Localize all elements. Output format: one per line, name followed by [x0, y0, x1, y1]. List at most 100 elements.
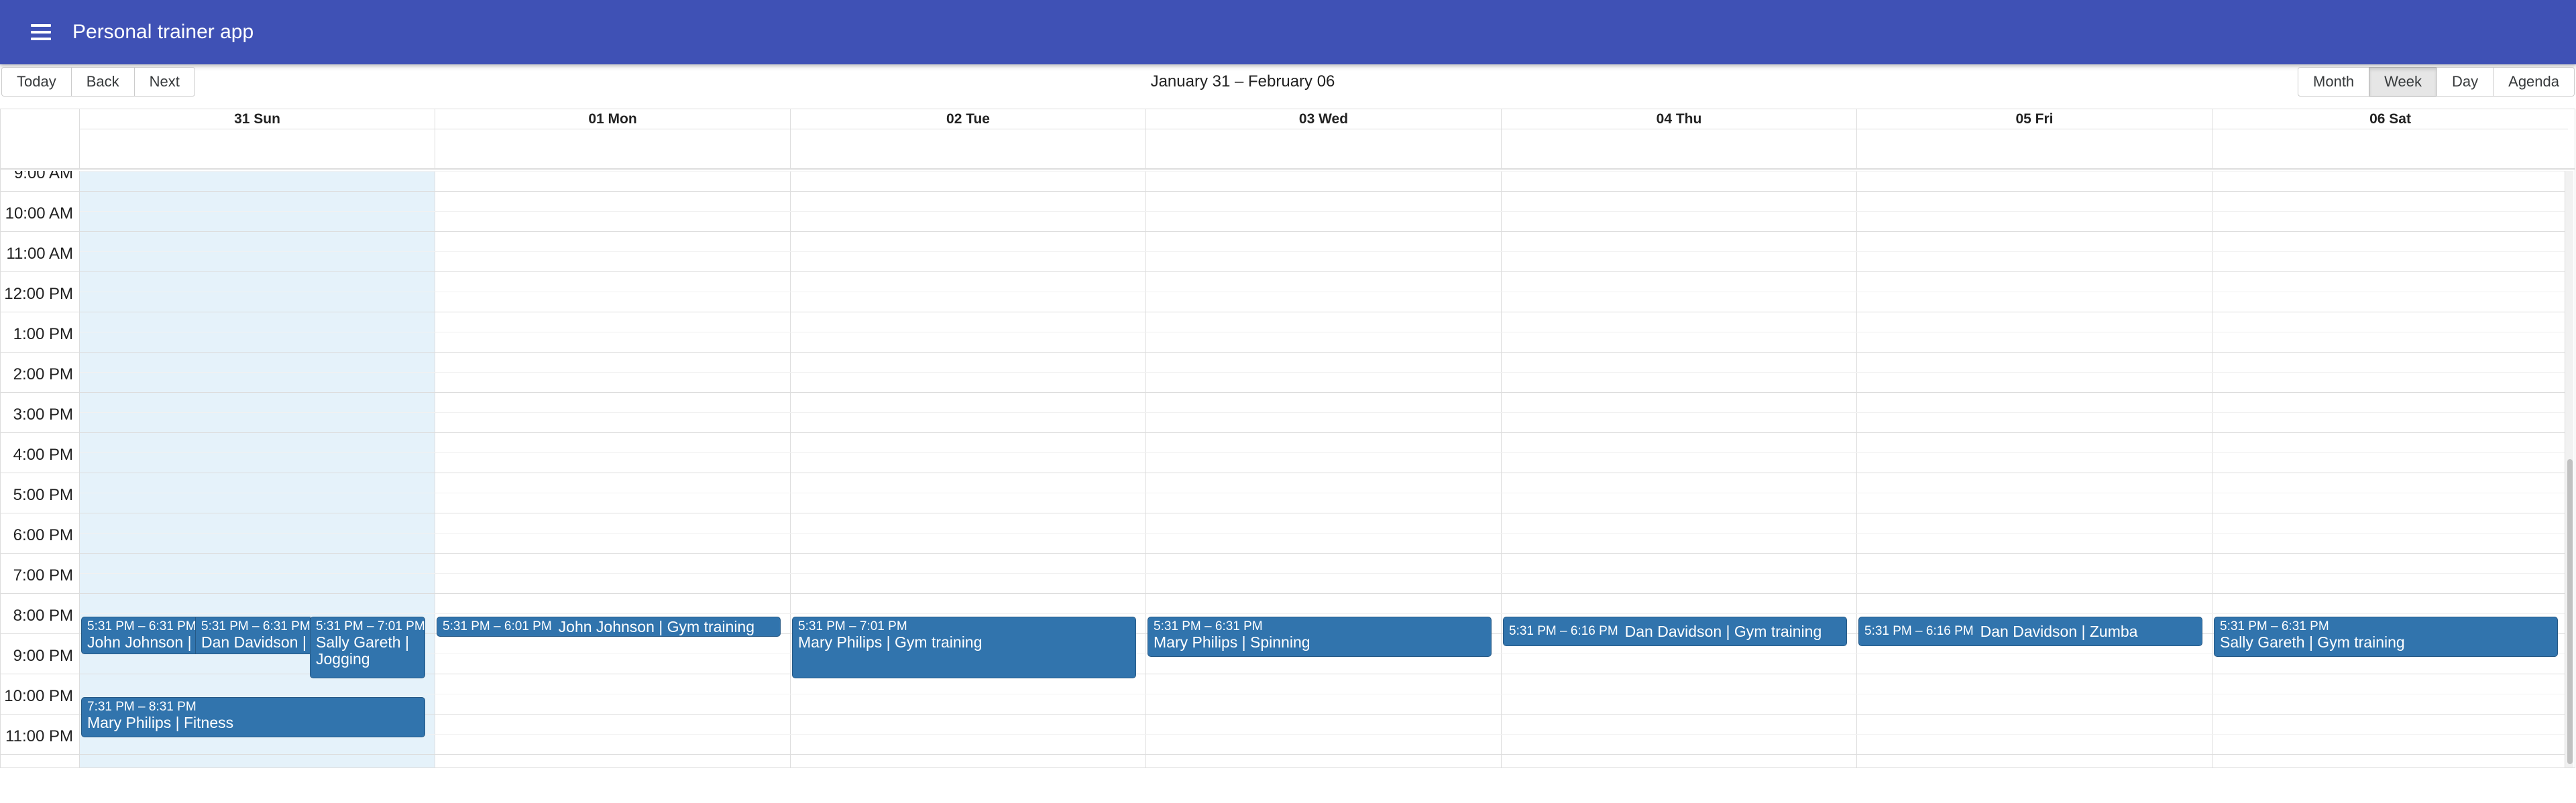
event-card[interactable]: 5:31 PM – 7:01 PM Sally Gareth | Jogging: [310, 617, 425, 678]
gutter-divider: [1, 352, 80, 353]
time-slot-label: 10:00 AM: [5, 204, 73, 223]
day-header-row: 31 Sun 01 Mon 02 Tue 03 Wed 04 Thu 05 Fr…: [1, 109, 2575, 129]
event-time: 5:31 PM – 6:31 PM: [1154, 619, 1263, 633]
hour-grid-line: [80, 392, 2565, 393]
half-hour-grid-line: [80, 573, 2565, 574]
event-title: Sally Gareth | Gym training: [2220, 633, 2405, 651]
vertical-scrollbar[interactable]: [2565, 171, 2573, 767]
hour-grid-line: [80, 231, 2565, 232]
time-slot-label: 2:00 PM: [13, 365, 73, 383]
half-hour-grid-line: [80, 613, 2565, 614]
view-agenda-button[interactable]: Agenda: [2493, 67, 2575, 97]
view-month-button[interactable]: Month: [2298, 67, 2370, 97]
event-title: Mary Philips | Gym training: [798, 633, 983, 651]
app-title: Personal trainer app: [72, 21, 254, 43]
gutter-divider: [1, 593, 80, 594]
event-time: 7:31 PM – 8:31 PM: [87, 700, 197, 714]
event-title: Mary Philips | Spinning: [1154, 633, 1310, 651]
app-bar: Personal trainer app: [0, 0, 2576, 64]
gutter-divider: [1, 754, 80, 755]
day-column[interactable]: [1857, 171, 2213, 767]
calendar-toolbar: Today Back Next January 31 – February 06…: [0, 64, 2576, 109]
view-week-button[interactable]: Week: [2369, 67, 2438, 97]
time-slot-label: 12:00 PM: [4, 285, 73, 303]
event-card[interactable]: 7:31 PM – 8:31 PM Mary Philips | Fitness: [81, 697, 425, 737]
all-day-cell[interactable]: [2213, 129, 2568, 168]
event-card[interactable]: 5:31 PM – 6:31 PM Dan Davidson | Spinnin…: [195, 617, 311, 654]
gutter-divider: [1, 553, 80, 554]
day-column[interactable]: [1502, 171, 1857, 767]
half-hour-grid-line: [80, 171, 2565, 172]
time-slot-label: 9:00 PM: [13, 647, 73, 665]
day-column[interactable]: [1146, 171, 1502, 767]
event-card[interactable]: 5:31 PM – 6:31 PM Sally Gareth | Gym tra…: [2214, 617, 2558, 657]
day-column[interactable]: [2213, 171, 2565, 767]
day-header[interactable]: 01 Mon: [435, 109, 791, 129]
event-card[interactable]: 5:31 PM – 6:16 PM Dan Davidson | Gym tra…: [1503, 617, 1847, 646]
event-time: 5:31 PM – 7:01 PM: [798, 619, 907, 633]
gutter-divider: [1, 432, 80, 433]
all-day-cell[interactable]: [1857, 129, 2213, 168]
time-slot-label: 11:00 AM: [6, 245, 73, 263]
event-card[interactable]: 5:31 PM – 6:16 PM Dan Davidson | Zumba: [1858, 617, 2202, 646]
event-time: 5:31 PM – 6:31 PM: [2220, 619, 2329, 633]
time-slot-label: 11:00 PM: [5, 727, 73, 745]
scrollbar-thumb[interactable]: [2567, 459, 2573, 764]
time-slot-label: 3:00 PM: [13, 406, 73, 424]
date-range-label: January 31 – February 06: [1150, 72, 1335, 90]
event-card[interactable]: 5:31 PM – 6:01 PM John Johnson | Gym tra…: [437, 617, 781, 637]
day-column[interactable]: [435, 171, 791, 767]
day-header[interactable]: 02 Tue: [791, 109, 1146, 129]
day-header[interactable]: 06 Sat: [2213, 109, 2568, 129]
all-day-cell[interactable]: [435, 129, 791, 168]
week-calendar: 31 Sun 01 Mon 02 Tue 03 Wed 04 Thu 05 Fr…: [0, 109, 2575, 768]
event-card[interactable]: 5:31 PM – 7:01 PM Mary Philips | Gym tra…: [792, 617, 1136, 678]
gutter-divider: [1, 633, 80, 634]
time-slot-label: 6:00 PM: [13, 526, 73, 544]
view-day-button[interactable]: Day: [2437, 67, 2494, 97]
all-day-gutter: [1, 129, 80, 168]
half-hour-grid-line: [80, 452, 2565, 453]
gutter-divider: [1, 231, 80, 232]
time-slot-label: 5:00 PM: [13, 486, 73, 504]
event-title: Dan Davidson | Gym training: [1624, 622, 1822, 640]
time-slot-label: 9:00 AM: [13, 171, 73, 182]
gutter-divider: [1, 714, 80, 715]
day-header[interactable]: 31 Sun: [80, 109, 435, 129]
gutter-header: [1, 109, 80, 129]
hour-grid-line: [80, 593, 2565, 594]
all-day-cell[interactable]: [791, 129, 1146, 168]
event-card[interactable]: 5:31 PM – 6:31 PM John Johnson | Gym tra…: [81, 617, 197, 654]
event-title: Dan Davidson | Spinning: [201, 633, 310, 651]
event-time: 5:31 PM – 6:16 PM: [1864, 624, 1974, 638]
hour-grid-line: [80, 191, 2565, 192]
time-slot-label: 8:00 PM: [13, 607, 73, 625]
time-slot-label: 1:00 PM: [13, 325, 73, 343]
all-day-row: [1, 129, 2575, 170]
half-hour-grid-line: [80, 211, 2565, 212]
day-header[interactable]: 04 Thu: [1502, 109, 1857, 129]
day-header[interactable]: 05 Fri: [1857, 109, 2213, 129]
event-time: 5:31 PM – 6:31 PM: [201, 619, 311, 633]
hour-grid-line: [80, 352, 2565, 353]
gutter-divider: [1, 191, 80, 192]
hour-grid-line: [80, 714, 2565, 715]
half-hour-grid-line: [80, 251, 2565, 252]
event-title: Dan Davidson | Zumba: [1980, 622, 2138, 640]
time-slot-label: 10:00 PM: [4, 687, 73, 705]
event-title: Sally Gareth | Jogging: [316, 633, 409, 668]
event-time: 5:31 PM – 6:01 PM: [443, 619, 552, 633]
half-hour-grid-line: [80, 533, 2565, 534]
half-hour-grid-line: [80, 412, 2565, 413]
all-day-cell[interactable]: [80, 129, 435, 168]
event-card[interactable]: 5:31 PM – 6:31 PM Mary Philips | Spinnin…: [1147, 617, 1492, 657]
gutter-divider: [1, 392, 80, 393]
half-hour-grid-line: [80, 372, 2565, 373]
all-day-cell[interactable]: [1502, 129, 1857, 168]
all-day-cell[interactable]: [1146, 129, 1502, 168]
view-switcher: Month Week Day Agenda: [2298, 67, 2575, 97]
time-grid[interactable]: 9:00 AM 10:00 AM 11:00 AM 12:00 PM 1:00 PM 2:…: [1, 171, 2573, 767]
menu-icon[interactable]: [31, 14, 67, 50]
time-gutter: 9:00 AM 10:00 AM 11:00 AM 12:00 PM 1:00 PM 2:…: [1, 171, 80, 767]
day-header[interactable]: 03 Wed: [1146, 109, 1502, 129]
